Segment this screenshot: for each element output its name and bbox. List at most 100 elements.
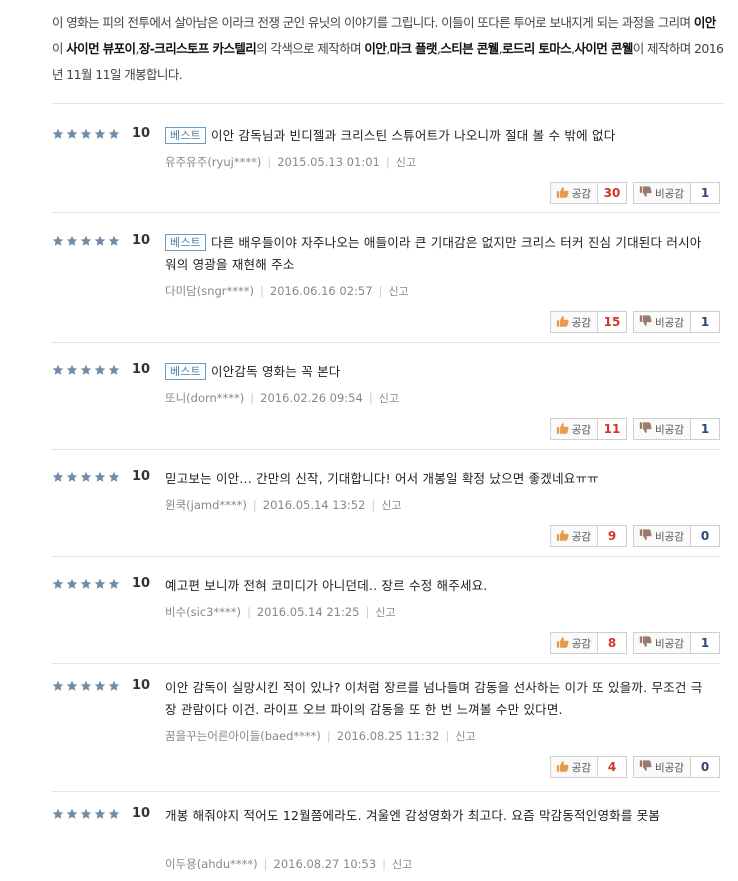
dislike-count: 1 [691, 632, 720, 654]
report-link[interactable]: 신고 [396, 156, 416, 169]
star-icon [80, 364, 92, 376]
review-text: 이안 감독님과 빈디젤과 크리스틴 스튜어트가 나오니까 절대 볼 수 밖에 없… [210, 128, 616, 143]
star-icon [108, 471, 120, 483]
dislike-button[interactable]: 비공감 [633, 182, 691, 204]
dislike-group: 비공감 1 [633, 418, 720, 440]
star-icon [66, 808, 78, 820]
best-badge: 베스트 [165, 363, 206, 380]
review-meta: 꿈을꾸는어른아이들(baed****) | 2016.08.25 11:32 | 신고 [165, 728, 476, 744]
vote-controls: 공감 30 비공감 1 [549, 182, 720, 204]
review-divider [52, 791, 720, 792]
review-score: 10 [132, 576, 151, 591]
star-icon [94, 578, 106, 590]
review-author[interactable]: 유주유주(ryuj****) [165, 155, 261, 169]
thumbs-down-icon [639, 185, 655, 201]
thumbs-up-icon [556, 636, 572, 651]
star-rating [52, 807, 122, 823]
star-rating [52, 234, 122, 250]
star-icon [66, 578, 78, 590]
like-count: 30 [598, 182, 628, 204]
best-badge: 베스트 [165, 234, 206, 251]
star-icon [94, 364, 106, 376]
review-content: 예고편 보니까 전혀 코미디가 아니던데.. 장르 수정 해주세요. [165, 575, 713, 597]
review-text: 개봉 해줘야지 적어도 12월쯤에라도. 겨울엔 감성영화가 최고다. 요즘 막… [165, 808, 661, 823]
dislike-button[interactable]: 비공감 [633, 525, 691, 547]
review-content: 베스트 이안감독 영화는 꼭 본다 [165, 361, 713, 383]
star-icon [80, 680, 92, 692]
review-author[interactable]: 이두용(ahdu****) [165, 857, 258, 871]
synopsis-text: 이 [52, 41, 67, 56]
meta-divider: | [382, 857, 387, 871]
report-link[interactable]: 신고 [375, 606, 395, 619]
dislike-group: 비공감 1 [633, 182, 720, 204]
star-icon [66, 364, 78, 376]
star-icon [108, 128, 120, 140]
vote-controls: 공감 15 비공감 1 [549, 311, 720, 333]
like-button[interactable]: 공감 [549, 632, 599, 654]
star-icon [52, 808, 64, 820]
review-meta: 비수(sic3****) | 2016.05.14 21:25 | 신고 [165, 604, 396, 620]
star-icon [108, 235, 120, 247]
review-content: 베스트 이안 감독님과 빈디젤과 크리스틴 스튜어트가 나오니까 절대 볼 수 밖… [165, 125, 713, 147]
review-date: 2016.05.14 21:25 [256, 605, 360, 619]
like-label: 공감 [571, 423, 592, 436]
review-meta: 유주유주(ryuj****) | 2015.05.13 01:01 | 신고 [165, 154, 416, 170]
review-score: 10 [132, 678, 151, 693]
like-label: 공감 [571, 637, 592, 650]
synopsis-text: 이 영화는 피의 전투에서 살아남은 이라크 전쟁 군인 유닛의 이야기를 그립… [52, 15, 694, 30]
like-button[interactable]: 공감 [549, 311, 599, 333]
star-icon [66, 471, 78, 483]
writer-name: 사이먼 뷰포이 [66, 41, 136, 56]
review-score: 10 [132, 126, 151, 141]
producer-name: 이안 [364, 41, 387, 56]
report-link[interactable]: 신고 [388, 285, 408, 298]
dislike-group: 비공감 1 [633, 311, 720, 333]
dislike-button[interactable]: 비공감 [633, 632, 691, 654]
vote-controls: 공감 11 비공감 1 [549, 418, 720, 440]
review-author[interactable]: 또니(dorn****) [165, 391, 244, 405]
star-icon [52, 578, 64, 590]
like-button[interactable]: 공감 [549, 525, 599, 547]
review-author[interactable]: 비수(sic3****) [165, 605, 241, 619]
meta-divider: | [378, 284, 383, 298]
like-button[interactable]: 공감 [549, 418, 599, 440]
report-link[interactable]: 신고 [379, 392, 399, 405]
review-score: 10 [132, 233, 151, 248]
star-icon [80, 128, 92, 140]
review-content: 베스트 다른 배우들이야 자주나오는 애들이라 큰 기대감은 없지만 크리스 터커… [165, 232, 713, 276]
review-divider [52, 449, 720, 450]
vote-controls: 공감 4 비공감 0 [549, 756, 720, 778]
like-count: 8 [598, 632, 628, 654]
star-icon [80, 471, 92, 483]
like-button[interactable]: 공감 [549, 182, 599, 204]
dislike-button[interactable]: 비공감 [633, 756, 691, 778]
review-content: 개봉 해줘야지 적어도 12월쯤에라도. 겨울엔 감성영화가 최고다. 요즘 막… [165, 805, 713, 827]
dislike-button[interactable]: 비공감 [633, 311, 691, 333]
review-divider [52, 342, 720, 343]
star-icon [80, 235, 92, 247]
star-icon [94, 128, 106, 140]
review-text: 이안감독 영화는 꼭 본다 [210, 364, 341, 379]
star-icon [108, 680, 120, 692]
dislike-group: 비공감 0 [633, 525, 720, 547]
dislike-button[interactable]: 비공감 [633, 418, 691, 440]
producer-name: 로드리 토마스 [501, 41, 572, 56]
star-icon [108, 364, 120, 376]
producer-name: 스티븐 콘웰 [440, 41, 499, 56]
report-link[interactable]: 신고 [455, 730, 475, 743]
meta-divider: | [246, 605, 251, 619]
report-link[interactable]: 신고 [392, 858, 412, 871]
meta-divider: | [267, 155, 272, 169]
thumbs-down-icon [639, 635, 655, 651]
report-link[interactable]: 신고 [381, 499, 401, 512]
meta-divider: | [365, 605, 370, 619]
review-author[interactable]: 윈쿡(jamd****) [165, 498, 247, 512]
review-author[interactable]: 꿈을꾸는어른아이들(baed****) [165, 729, 321, 743]
dislike-count: 1 [691, 182, 720, 204]
thumbs-up-icon [556, 186, 572, 201]
director-name: 이안 [693, 15, 716, 30]
like-button[interactable]: 공감 [549, 756, 599, 778]
review-author[interactable]: 다미담(sngr****) [165, 284, 254, 298]
like-group: 공감 4 [549, 756, 628, 778]
review-date: 2016.08.25 11:32 [336, 729, 440, 743]
